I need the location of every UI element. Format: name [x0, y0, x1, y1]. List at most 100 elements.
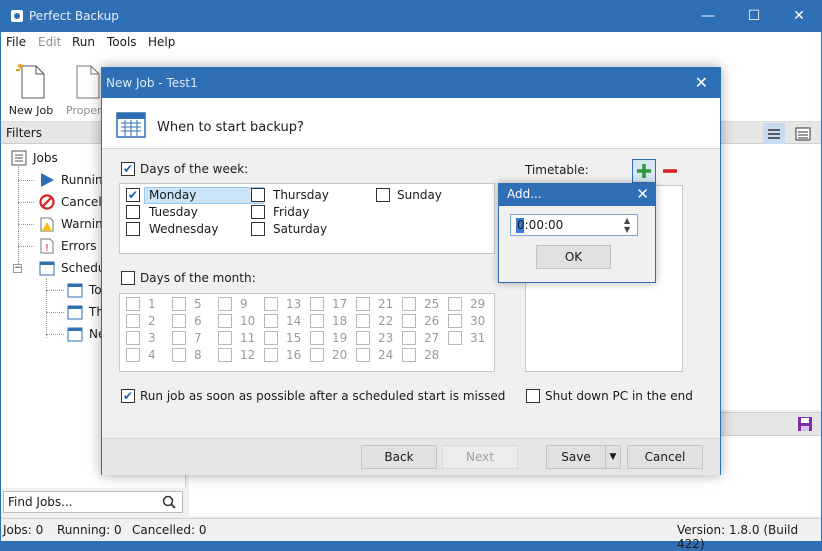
menu-run[interactable]: Run [72, 35, 95, 49]
month-day-checkbox[interactable] [402, 297, 416, 311]
add-popup-close-icon[interactable]: ✕ [636, 185, 649, 203]
month-day-label: 14 [286, 314, 302, 328]
month-day-checkbox[interactable] [126, 297, 140, 311]
spin-up-icon[interactable]: ▲ [624, 216, 630, 225]
calendar-icon [67, 327, 83, 342]
remove-time-button[interactable] [658, 159, 682, 183]
tree-label: Jobs [33, 151, 58, 165]
month-day-label: 29 [470, 297, 486, 311]
month-day-checkbox[interactable] [264, 331, 278, 345]
month-day-checkbox[interactable] [356, 331, 370, 345]
save-button[interactable]: Save [546, 445, 606, 469]
menu-file[interactable]: File [6, 35, 26, 49]
month-day-checkbox[interactable] [172, 348, 186, 362]
day-monday-label: Monday [149, 188, 197, 202]
month-day-label: 11 [240, 331, 256, 345]
search-icon[interactable] [162, 495, 176, 509]
month-day-label: 21 [378, 297, 394, 311]
dialog-close-icon[interactable]: ✕ [695, 73, 708, 92]
days-of-week-box: ✔ Monday Tuesday Wednesday Thursday Frid… [119, 183, 495, 254]
month-day-checkbox[interactable] [172, 314, 186, 328]
day-sunday-checkbox[interactable] [376, 188, 390, 202]
day-thursday-checkbox[interactable] [251, 188, 265, 202]
add-popup-title: Add... [507, 187, 542, 201]
day-wednesday-checkbox[interactable] [126, 222, 140, 236]
month-day-label: 30 [470, 314, 486, 328]
save-icon[interactable] [797, 416, 813, 432]
maximize-button[interactable]: ☐ [731, 0, 777, 32]
spin-down-icon[interactable]: ▼ [624, 225, 630, 234]
list-icon [11, 150, 27, 166]
close-button[interactable]: ✕ [776, 0, 822, 32]
menu-help[interactable]: Help [148, 35, 175, 49]
app-icon [11, 10, 23, 22]
list-view-button[interactable] [792, 123, 814, 145]
details-view-button[interactable] [763, 123, 785, 145]
month-day-checkbox[interactable] [310, 314, 324, 328]
spinner-arrows[interactable]: ▲ ▼ [621, 215, 635, 235]
month-day-checkbox[interactable] [402, 314, 416, 328]
calendar-icon [116, 112, 146, 138]
menu-bar: File Edit Run Tools Help [1, 32, 821, 52]
month-day-label: 10 [240, 314, 256, 328]
days-of-week-checkbox[interactable]: ✔ [121, 162, 135, 176]
month-day-checkbox[interactable] [264, 348, 278, 362]
day-saturday-label: Saturday [273, 222, 328, 236]
add-time-button[interactable] [632, 159, 656, 183]
days-of-week-label: Days of the week: [140, 162, 249, 176]
day-monday-checkbox[interactable]: ✔ [126, 188, 140, 202]
month-day-checkbox[interactable] [402, 348, 416, 362]
month-day-checkbox[interactable] [448, 331, 462, 345]
month-day-checkbox[interactable] [356, 297, 370, 311]
menu-edit[interactable]: Edit [38, 35, 61, 49]
add-time-popup: Add... ✕ 0:00:00 ▲ ▼ OK [498, 183, 656, 283]
next-button[interactable]: Next [442, 445, 518, 469]
month-day-label: 27 [424, 331, 440, 345]
day-saturday-checkbox[interactable] [251, 222, 265, 236]
find-jobs-input[interactable]: Find Jobs... [3, 491, 183, 513]
minimize-button[interactable]: — [685, 0, 731, 32]
run-missed-checkbox[interactable]: ✔ [121, 389, 135, 403]
month-day-checkbox[interactable] [448, 314, 462, 328]
save-dropdown-button[interactable]: ▼ [605, 445, 621, 469]
time-spinner[interactable]: 0:00:00 ▲ ▼ [510, 214, 638, 236]
ok-button[interactable]: OK [536, 245, 611, 269]
month-day-checkbox[interactable] [310, 331, 324, 345]
month-day-checkbox[interactable] [126, 348, 140, 362]
timetable-label: Timetable: [525, 163, 589, 177]
month-day-label: 28 [424, 348, 440, 362]
days-of-month-checkbox[interactable] [121, 271, 135, 285]
month-day-checkbox[interactable] [310, 297, 324, 311]
month-day-checkbox[interactable] [264, 314, 278, 328]
cancel-button[interactable]: Cancel [627, 445, 703, 469]
month-day-checkbox[interactable] [172, 331, 186, 345]
month-day-label: 15 [286, 331, 302, 345]
month-day-checkbox[interactable] [264, 297, 278, 311]
tree-label: To [89, 283, 102, 297]
new-job-button[interactable]: New Job [4, 60, 58, 117]
month-day-checkbox[interactable] [126, 331, 140, 345]
month-day-checkbox[interactable] [126, 314, 140, 328]
day-tuesday-checkbox[interactable] [126, 205, 140, 219]
month-day-checkbox[interactable] [172, 297, 186, 311]
month-day-checkbox[interactable] [218, 331, 232, 345]
time-value: 0:00:00 [517, 218, 564, 232]
days-of-month-box: 1 2 3 4 5 6 7 8 9 10 11 12 13 14 15 16 17 18 19 20 21 22 23 24 2… [119, 293, 495, 372]
list-view-icon [795, 127, 811, 141]
day-friday-checkbox[interactable] [251, 205, 265, 219]
shutdown-checkbox[interactable] [526, 389, 540, 403]
month-day-checkbox[interactable] [356, 348, 370, 362]
menu-tools[interactable]: Tools [107, 35, 137, 49]
calendar-icon [39, 261, 55, 276]
month-day-checkbox[interactable] [310, 348, 324, 362]
month-day-checkbox[interactable] [448, 297, 462, 311]
month-day-label: 23 [378, 331, 394, 345]
month-day-checkbox[interactable] [356, 314, 370, 328]
month-day-label: 18 [332, 314, 348, 328]
back-button[interactable]: Back [361, 445, 437, 469]
month-day-checkbox[interactable] [218, 348, 232, 362]
month-day-checkbox[interactable] [218, 314, 232, 328]
collapse-icon[interactable]: − [13, 264, 22, 273]
month-day-checkbox[interactable] [402, 331, 416, 345]
month-day-checkbox[interactable] [218, 297, 232, 311]
